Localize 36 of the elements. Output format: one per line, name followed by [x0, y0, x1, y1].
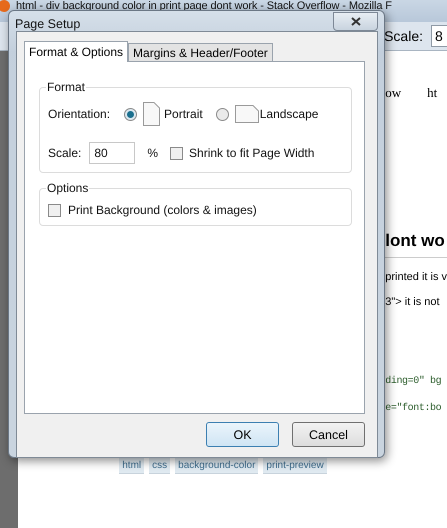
- nav-link[interactable]: ht: [427, 85, 438, 101]
- percent-label: %: [147, 146, 158, 160]
- portrait-page-icon: [143, 102, 160, 126]
- scale-label: Scale:: [48, 146, 82, 160]
- scale-field[interactable]: 8: [431, 25, 447, 47]
- checkbox[interactable]: [48, 204, 61, 216]
- close-icon: [350, 17, 360, 26]
- tag-link[interactable]: css: [149, 458, 170, 474]
- code-line: ding=0" bg: [385, 376, 442, 387]
- tag-link[interactable]: html: [119, 458, 144, 474]
- dialog-button[interactable]: Cancel: [292, 422, 365, 447]
- app-icon: [0, 0, 12, 12]
- scale-label: Scale:: [384, 28, 423, 44]
- group-label: Options: [46, 181, 90, 195]
- dialog-title: Page Setup: [15, 17, 80, 31]
- landscape-page-icon: [234, 105, 259, 123]
- group-label: Format: [46, 80, 86, 94]
- tab[interactable]: Margins & Header/Footer: [128, 43, 273, 61]
- code-line: e="font:bo: [385, 403, 442, 414]
- scale-field[interactable]: 80: [89, 142, 136, 164]
- close-button[interactable]: [333, 12, 378, 31]
- body-text: 3"> it is not: [385, 296, 441, 308]
- tag-link[interactable]: background-color: [175, 458, 258, 474]
- dialog-button[interactable]: OK: [206, 422, 279, 447]
- checkbox-label[interactable]: Shrink to fit Page Width: [189, 146, 314, 160]
- nav-link[interactable]: ow: [385, 85, 402, 101]
- radio-button[interactable]: [216, 108, 229, 120]
- checkbox[interactable]: [170, 146, 184, 160]
- radio-label[interactable]: Portrait: [164, 107, 203, 121]
- tag-link[interactable]: print-preview: [263, 458, 327, 474]
- body-text: printed it is v: [385, 271, 447, 283]
- tab[interactable]: Format & Options: [24, 41, 128, 62]
- radio-button[interactable]: [124, 108, 138, 120]
- radio-label[interactable]: Landscape: [260, 107, 318, 121]
- checkbox-label[interactable]: Print Background (colors & images): [68, 203, 257, 217]
- orientation-label: Orientation:: [48, 107, 110, 121]
